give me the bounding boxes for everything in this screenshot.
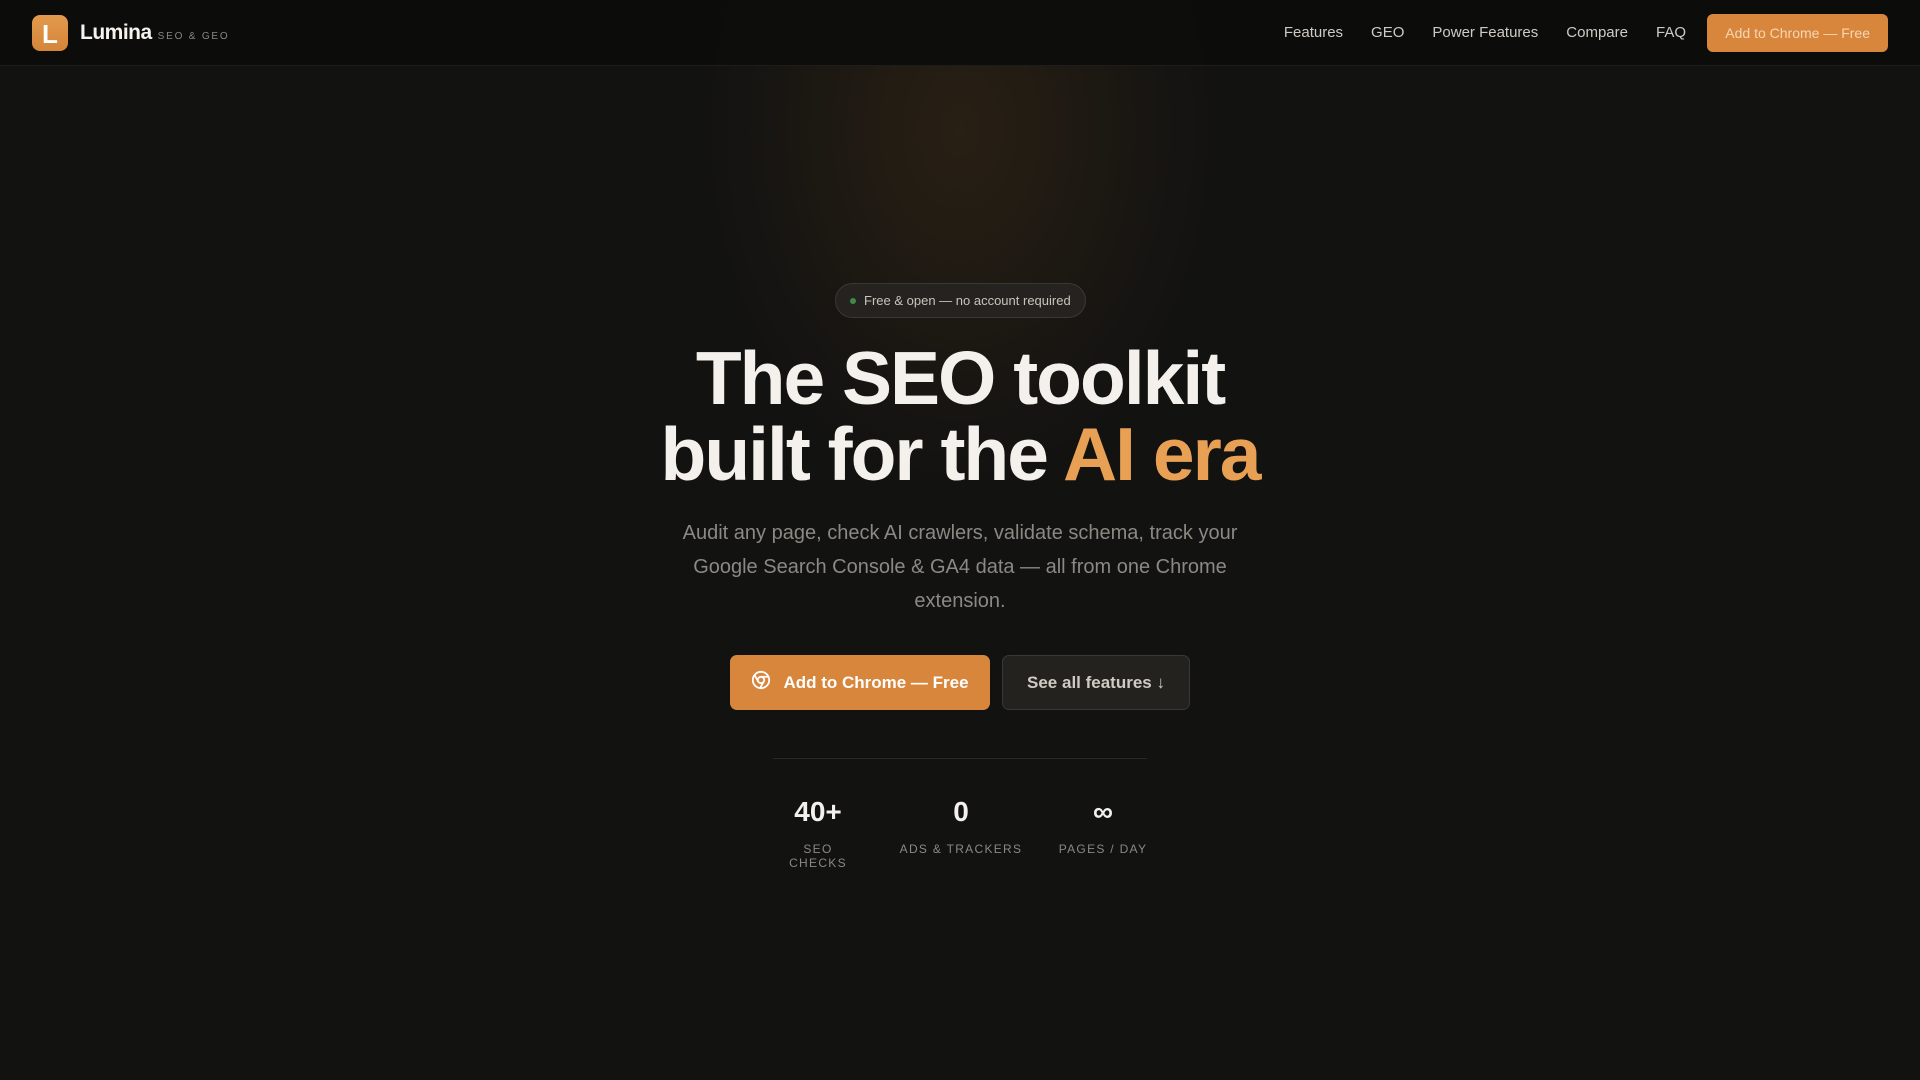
headline-accent: AI era [1063,412,1261,496]
stat-label: PAGES / DAY [1058,842,1148,856]
brand-name: Lumina [80,21,152,44]
add-to-chrome-label: Add to Chrome — Free [783,672,969,692]
status-dot-icon [850,297,856,304]
logo-mark[interactable]: L [32,15,68,51]
logo-letter: L [42,18,58,49]
nav-link-compare[interactable]: Compare [1566,24,1628,41]
nav-link-features[interactable]: Features [1284,24,1343,41]
free-badge: Free & open — no account required [835,283,1086,318]
nav-add-to-chrome-button[interactable]: Add to Chrome — Free [1707,14,1888,52]
nav-link-power-features[interactable]: Power Features [1432,24,1538,41]
stat-ads-trackers: 0 ADS & TRACKERS [897,794,1025,856]
add-to-chrome-button[interactable]: Add to Chrome — Free [730,655,990,710]
stat-pages-per-day: ∞ PAGES / DAY [1057,794,1149,856]
headline-line-1: The SEO toolkit [695,336,1226,420]
divider [773,758,1147,759]
nav-link-geo[interactable]: GEO [1371,24,1404,41]
stat-value: 40+ [794,796,842,827]
brand[interactable]: Lumina SEO & GEO [80,21,229,45]
chrome-icon [751,670,771,695]
brand-tag: SEO & GEO [157,31,230,42]
landing-page: L Lumina SEO & GEO Features GEO Power Fe… [0,0,1920,1080]
stat-value: 0 [953,796,969,827]
stat-value: ∞ [1093,796,1113,827]
nav-links: Features GEO Power Features Compare FAQ [1256,24,1686,41]
top-nav: L Lumina SEO & GEO Features GEO Power Fe… [0,0,1920,66]
hero-subtitle: Audit any page, check AI crawlers, valid… [682,522,1238,612]
stat-label: ADS & TRACKERS [899,842,1023,856]
stat-seo-checks: 40+ SEO CHECKS [773,794,863,870]
badge-text: Free & open — no account required [864,293,1071,308]
headline-line-2: built for the [660,412,1064,496]
hero-headline: The SEO toolkit built for the AI era [0,340,1920,492]
stat-label: SEO CHECKS [789,842,847,870]
see-all-features-button[interactable]: See all features ↓ [1002,655,1190,710]
nav-link-faq[interactable]: FAQ [1656,24,1686,41]
